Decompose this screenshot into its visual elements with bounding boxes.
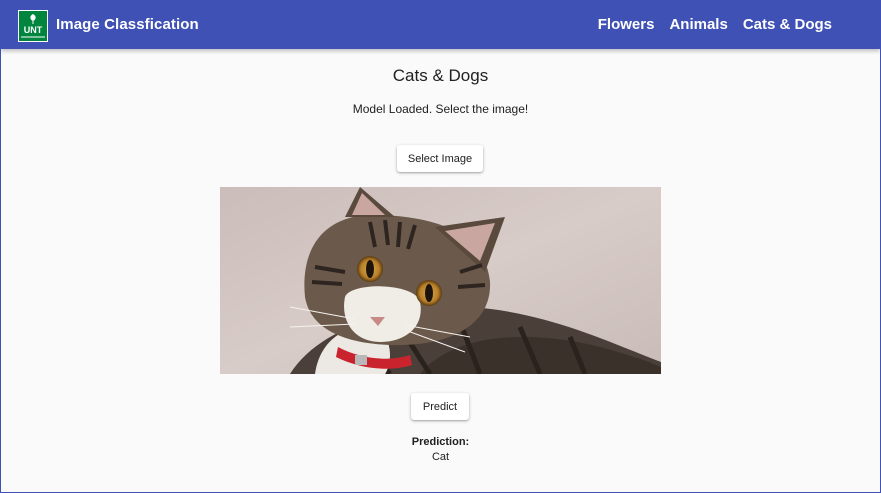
logo-text: UNT bbox=[24, 25, 43, 35]
navbar: UNT Image Classfication Flowers Animals … bbox=[1, 1, 880, 49]
prediction-label: Prediction: bbox=[411, 436, 470, 448]
unt-logo-icon: UNT bbox=[18, 10, 48, 42]
page-title: Cats & Dogs bbox=[392, 66, 489, 85]
nav-link-flowers[interactable]: Flowers bbox=[598, 16, 655, 33]
nav-link-animals[interactable]: Animals bbox=[669, 16, 727, 33]
cat-photo bbox=[220, 187, 661, 374]
nav-link-cats-dogs[interactable]: Cats & Dogs bbox=[743, 16, 832, 33]
select-image-button[interactable]: Select Image bbox=[397, 145, 483, 172]
status-message: Model Loaded. Select the image! bbox=[352, 102, 529, 116]
app-title: Image Classfication bbox=[56, 16, 199, 33]
image-preview bbox=[220, 187, 661, 374]
app-frame: UNT Image Classfication Flowers Animals … bbox=[0, 0, 881, 493]
nav-links: Flowers Animals Cats & Dogs bbox=[598, 16, 832, 33]
predict-button[interactable]: Predict bbox=[411, 393, 469, 420]
prediction-value: Cat bbox=[431, 451, 450, 463]
